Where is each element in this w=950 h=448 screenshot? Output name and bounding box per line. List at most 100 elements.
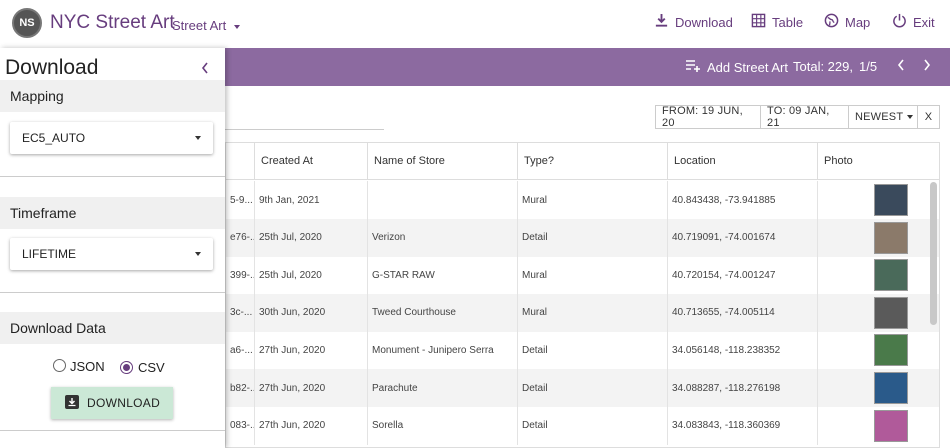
avatar[interactable]: NS (12, 8, 42, 38)
table-cell-type: Mural (518, 293, 668, 332)
chevron-left-icon (200, 62, 210, 79)
chevron-left-icon (896, 58, 906, 75)
photo-thumbnail[interactable] (874, 184, 908, 216)
table-header-name[interactable]: Name of Store (368, 143, 518, 180)
table-cell-id: 5-9... (226, 181, 255, 219)
nav-table-label: Table (772, 14, 804, 30)
download-panel: Download Mapping EC5_AUTO Timeframe LIFE… (0, 48, 225, 448)
search-input-underline[interactable] (225, 129, 384, 130)
table-header-photo[interactable]: Photo (818, 143, 939, 180)
date-from-filter[interactable]: FROM: 19 JUN, 20 (655, 105, 761, 129)
prev-page-button[interactable] (896, 58, 906, 75)
table-row[interactable]: 3c-... 30th Jun, 2020 Tweed Courthouse Mura… (226, 293, 939, 332)
table-cell-location: 40.720154, -74.001247 (668, 256, 818, 295)
table-cell-type: Detail (518, 331, 668, 370)
photo-thumbnail[interactable] (874, 221, 908, 254)
photo-thumbnail[interactable] (874, 296, 908, 329)
table-header-type[interactable]: Type? (518, 143, 668, 180)
download-icon (654, 13, 669, 31)
photo-thumbnail[interactable] (874, 259, 908, 292)
table-cell-id: e76-... (226, 218, 255, 257)
app-title[interactable]: NYC Street Art (50, 12, 175, 34)
table-scrollbar[interactable] (930, 182, 937, 325)
table-cell-photo (818, 331, 939, 369)
table-cell-location: 40.719091, -74.001674 (668, 218, 818, 257)
table-cell-type: Detail (518, 406, 668, 445)
total-count: Total: 229, (793, 59, 853, 74)
table-cell-name: Tweed Courthouse (368, 293, 518, 332)
divider (0, 292, 225, 293)
download-box-icon (65, 394, 79, 412)
playlist-add-icon (685, 59, 701, 76)
nav-download-button[interactable]: Download (654, 13, 733, 31)
nav-map-label: Map (845, 14, 871, 30)
chevron-down-icon (907, 115, 914, 119)
timeframe-select[interactable]: LIFETIME (10, 238, 213, 270)
power-icon (892, 13, 907, 31)
download-data-section-header: Download Data (0, 312, 225, 344)
table-cell-id: b82-... (226, 369, 255, 407)
table-cell-type: Detail (518, 218, 668, 257)
table-cell-id: 399-... (226, 256, 255, 295)
divider (0, 430, 225, 431)
nav-exit-button[interactable]: Exit (892, 13, 935, 31)
table-cell-name: Monument - Junipero Serra (368, 331, 518, 370)
clear-filters-button[interactable]: X (917, 105, 940, 129)
table-cell-location: 34.083843, -118.360369 (668, 406, 818, 445)
table-cell-type: Mural (518, 181, 668, 219)
table-row[interactable]: b82-...27th Jun, 2020ParachuteDetail34.0… (226, 369, 939, 407)
table-row[interactable]: e76-...25th Jul, 2020VerizonDetail40.719… (226, 218, 939, 257)
timeframe-value: LIFETIME (22, 247, 77, 261)
table-cell-name: G-STAR RAW (368, 256, 518, 295)
table-cell-created: 30th Jun, 2020 (255, 293, 368, 332)
download-button[interactable]: DOWNLOAD (51, 387, 173, 419)
table-cell-type: Mural (518, 256, 668, 295)
table-cell-created: 9th Jan, 2021 (255, 181, 368, 219)
table-cell-photo (818, 369, 939, 407)
globe-icon (824, 13, 839, 31)
nav-download-label: Download (675, 14, 733, 30)
mapping-section-header: Mapping (0, 80, 225, 112)
project-select[interactable]: Street Art (172, 18, 240, 33)
table-cell-name (368, 181, 518, 219)
table-row[interactable]: 083-...27th Jun, 2020SorellaDetail34.083… (226, 406, 939, 445)
photo-thumbnail[interactable] (874, 409, 908, 442)
project-label: Street Art (172, 18, 227, 33)
chevron-down-icon (233, 24, 240, 29)
table-header-location[interactable]: Location (668, 143, 818, 180)
table-cell-location: 40.713655, -74.005114 (668, 293, 818, 332)
chevron-right-icon (922, 58, 932, 75)
panel-title: Download (5, 56, 99, 79)
table-cell-location: 34.056148, -118.238352 (668, 331, 818, 370)
table-header-created[interactable]: Created At (255, 143, 368, 180)
table-cell-id: 083-... (226, 406, 255, 445)
divider (0, 176, 225, 177)
table-header-id (226, 143, 255, 180)
table-cell-created: 25th Jul, 2020 (255, 256, 368, 295)
photo-thumbnail[interactable] (874, 334, 908, 367)
sort-label: NEWEST (855, 111, 904, 123)
table-cell-location: 40.843438, -73.941885 (668, 181, 818, 219)
add-entry-button[interactable]: Add Street Art (685, 59, 788, 76)
csv-radio[interactable] (120, 361, 133, 374)
json-radio[interactable] (53, 359, 66, 372)
mapping-select[interactable]: EC5_AUTO (10, 122, 213, 154)
nav-table-button[interactable]: Table (751, 13, 803, 31)
close-panel-button[interactable] (200, 61, 210, 80)
chevron-down-icon (195, 136, 201, 140)
sort-select[interactable]: NEWEST (848, 105, 918, 129)
table-cell-photo (818, 219, 939, 257)
table-cell-created: 25th Jul, 2020 (255, 218, 368, 257)
table-cell-photo (818, 294, 939, 332)
next-page-button[interactable] (922, 58, 932, 75)
table-cell-id: a6-... (226, 331, 255, 370)
table-row[interactable]: 5-9... 9th Jan, 2021 Mural 40.843438, -73.9… (226, 181, 939, 219)
json-label[interactable]: JSON (70, 359, 105, 374)
table-row[interactable]: 399-...25th Jul, 2020G-STAR RAWMural40.7… (226, 256, 939, 295)
table-row[interactable]: a6-... 27th Jun, 2020 Monument - Junipero … (226, 331, 939, 370)
timeframe-section-header: Timeframe (0, 197, 225, 229)
csv-label[interactable]: CSV (138, 360, 165, 375)
date-to-filter[interactable]: TO: 09 JAN, 21 (760, 105, 849, 129)
nav-map-button[interactable]: Map (824, 13, 870, 31)
photo-thumbnail[interactable] (874, 372, 908, 404)
